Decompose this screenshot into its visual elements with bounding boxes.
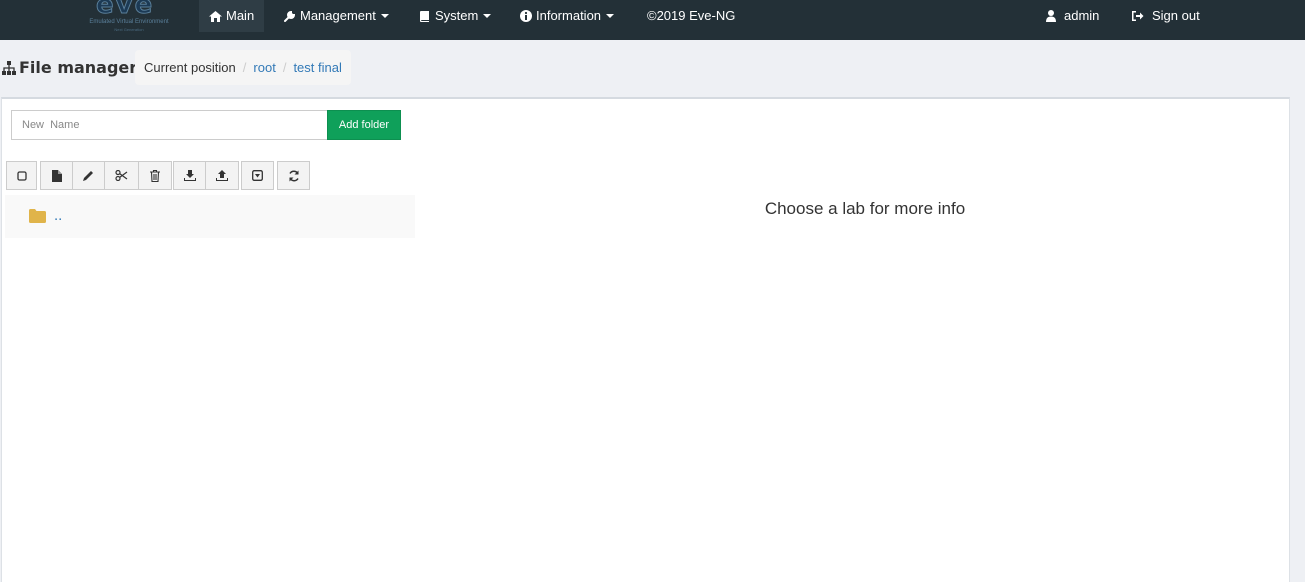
eve-logo[interactable]: eve Emulated Virtual Environment Next Ge…	[84, 0, 174, 34]
sitemap-icon	[2, 60, 16, 75]
refresh-button[interactable]	[277, 161, 310, 190]
breadcrumb-separator: /	[282, 60, 287, 75]
logo-sub-tagline: Next Generation	[114, 27, 144, 32]
nav-information-label: Information	[536, 8, 602, 23]
import-button[interactable]	[173, 161, 206, 190]
breadcrumb-current-folder[interactable]: test final	[293, 60, 341, 75]
new-folder-name-input[interactable]	[11, 110, 327, 140]
add-folder-button[interactable]: Add folder	[327, 110, 401, 140]
parent-folder-link[interactable]: ..	[54, 207, 62, 224]
select-all-button[interactable]	[6, 161, 37, 190]
nav-main[interactable]: Main	[199, 0, 265, 32]
page-title: File manager	[2, 58, 137, 77]
nav-management[interactable]: Management	[284, 0, 389, 32]
cut-icon	[115, 170, 128, 181]
nav-management-label: Management	[300, 8, 376, 23]
export-button[interactable]	[205, 161, 239, 190]
new-file-icon	[51, 169, 62, 182]
breadcrumb-root[interactable]: root	[253, 60, 275, 75]
edit-icon	[83, 171, 93, 181]
file-list-item[interactable]: ..	[5, 195, 415, 238]
export-icon	[216, 170, 228, 181]
move-button[interactable]	[104, 161, 139, 190]
lab-info-placeholder: Choose a lab for more info	[764, 199, 966, 218]
refresh-icon	[288, 170, 299, 181]
nav-signout[interactable]: Sign out	[1131, 0, 1200, 32]
import-icon	[183, 170, 196, 181]
user-icon	[1046, 10, 1056, 22]
delete-button[interactable]	[138, 161, 172, 190]
book-icon	[420, 11, 429, 22]
breadcrumb-label: Current position	[144, 60, 236, 75]
sign-out-icon	[1132, 11, 1144, 21]
chevron-down-icon	[380, 14, 389, 18]
nav-system[interactable]: System	[419, 0, 492, 32]
page-title-text: File manager	[19, 58, 138, 77]
nav-information[interactable]: Information	[520, 0, 615, 32]
logo-tagline: Emulated Virtual Environment	[89, 19, 169, 25]
folder-icon	[29, 209, 46, 223]
top-navbar: eve Emulated Virtual Environment Next Ge…	[0, 0, 1305, 40]
copyright-text: ©2019 Eve-NG	[647, 8, 736, 23]
download-icon	[252, 170, 263, 181]
user-name: admin	[1064, 8, 1100, 23]
info-circle-icon	[520, 10, 532, 22]
nav-main-label: Main	[226, 8, 255, 23]
home-icon	[209, 10, 222, 22]
signout-label: Sign out	[1152, 8, 1200, 23]
nav-copyright[interactable]: ©2019 Eve-NG	[647, 0, 735, 32]
wrench-icon	[284, 10, 296, 22]
breadcrumb-separator: /	[242, 60, 247, 75]
download-button[interactable]	[241, 161, 274, 190]
rename-button[interactable]	[72, 161, 105, 190]
chevron-down-icon	[483, 14, 492, 18]
logo-text: eve	[95, 0, 155, 21]
chevron-down-icon	[606, 14, 615, 18]
new-lab-button[interactable]	[40, 161, 73, 190]
checkbox-icon	[16, 170, 27, 181]
delete-icon	[150, 169, 160, 182]
nav-user[interactable]: admin	[1046, 0, 1099, 32]
breadcrumb: Current position / root / test final	[135, 50, 351, 85]
nav-system-label: System	[435, 8, 479, 23]
